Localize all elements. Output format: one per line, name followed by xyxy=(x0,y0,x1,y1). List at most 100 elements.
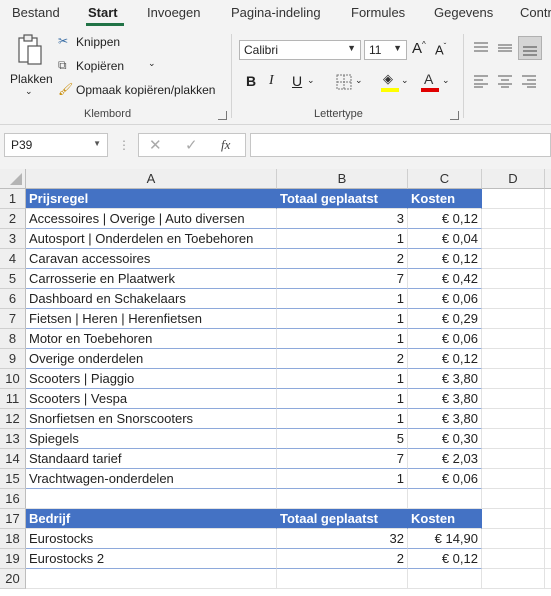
cell-empty[interactable] xyxy=(277,489,408,509)
cell-empty[interactable] xyxy=(26,569,277,589)
cell-empty[interactable] xyxy=(482,449,545,469)
cell-cost[interactable]: € 2,03 xyxy=(408,449,482,469)
cell-empty[interactable] xyxy=(408,489,482,509)
cell-empty[interactable] xyxy=(482,489,545,509)
cell-empty[interactable] xyxy=(482,389,545,409)
bold-button[interactable]: B xyxy=(246,73,256,89)
cell-count[interactable]: 3 xyxy=(277,209,408,229)
cell-empty[interactable] xyxy=(482,409,545,429)
column-header-c[interactable]: C xyxy=(408,169,482,189)
align-middle-icon[interactable] xyxy=(497,42,513,54)
formula-input[interactable] xyxy=(250,133,551,157)
row-header[interactable]: 14 xyxy=(0,449,26,469)
cell-name[interactable]: Motor en Toebehoren xyxy=(26,329,277,349)
row-header[interactable]: 20 xyxy=(0,569,26,589)
cell-name[interactable]: Autosport | Onderdelen en Toebehoren xyxy=(26,229,277,249)
cell-name[interactable]: Eurostocks xyxy=(26,529,277,549)
cell-name[interactable]: Overige onderdelen xyxy=(26,349,277,369)
font-size-dropdown[interactable]: 11 ▼ xyxy=(364,40,407,60)
underline-button[interactable]: U xyxy=(292,73,302,89)
row-header[interactable]: 2 xyxy=(0,209,26,229)
cell-count[interactable]: 7 xyxy=(277,269,408,289)
increase-font-size-icon[interactable]: A^ xyxy=(412,40,426,57)
cell-empty[interactable] xyxy=(482,469,545,489)
cancel-icon[interactable]: ✕ xyxy=(149,136,162,154)
row-header[interactable]: 17 xyxy=(0,509,26,529)
cell-name[interactable]: Snorfietsen en Snorscooters xyxy=(26,409,277,429)
row-header[interactable]: 8 xyxy=(0,329,26,349)
cell-empty[interactable] xyxy=(482,569,545,589)
font-color-chevron-icon[interactable]: ⌄ xyxy=(442,75,450,86)
cell-empty[interactable] xyxy=(482,369,545,389)
cell-cost[interactable]: € 3,80 xyxy=(408,409,482,429)
column-header-a[interactable]: A xyxy=(26,169,277,189)
table-header-cell[interactable]: Kosten xyxy=(408,189,482,209)
cell-count[interactable]: 2 xyxy=(277,249,408,269)
cell-cost[interactable]: € 0,06 xyxy=(408,329,482,349)
row-header[interactable]: 18 xyxy=(0,529,26,549)
table-header-cell[interactable]: Bedrijf xyxy=(26,509,277,529)
cell-empty[interactable] xyxy=(545,449,551,469)
cell-name[interactable]: Eurostocks 2 xyxy=(26,549,277,569)
cell-cost[interactable]: € 3,80 xyxy=(408,369,482,389)
cell-empty[interactable] xyxy=(482,209,545,229)
cell-cost[interactable]: € 14,90 xyxy=(408,529,482,549)
cell-count[interactable]: 1 xyxy=(277,229,408,249)
table-header-cell[interactable]: Prijsregel xyxy=(26,189,277,209)
select-all-corner[interactable] xyxy=(0,169,26,189)
row-header[interactable]: 4 xyxy=(0,249,26,269)
italic-button[interactable]: I xyxy=(269,73,274,89)
cell-empty[interactable] xyxy=(545,289,551,309)
cell-cost[interactable]: € 0,04 xyxy=(408,229,482,249)
row-header[interactable]: 7 xyxy=(0,309,26,329)
underline-chevron-icon[interactable]: ⌄ xyxy=(307,75,315,86)
tab-controleren[interactable]: Contr xyxy=(520,5,551,20)
table-header-cell[interactable]: Totaal geplaatst xyxy=(277,509,408,529)
tab-bestand[interactable]: Bestand xyxy=(12,5,60,20)
cell-cost[interactable]: € 0,12 xyxy=(408,349,482,369)
column-header-b[interactable]: B xyxy=(277,169,408,189)
cell-empty[interactable] xyxy=(482,429,545,449)
row-header[interactable]: 15 xyxy=(0,469,26,489)
cell-empty[interactable] xyxy=(482,269,545,289)
row-header[interactable]: 16 xyxy=(0,489,26,509)
row-header[interactable]: 10 xyxy=(0,369,26,389)
cell-count[interactable]: 1 xyxy=(277,289,408,309)
cell-empty[interactable] xyxy=(482,529,545,549)
cell-count[interactable]: 1 xyxy=(277,409,408,429)
cell-empty[interactable] xyxy=(482,229,545,249)
cut-button[interactable]: ✂ Knippen xyxy=(58,34,138,52)
cell-empty[interactable] xyxy=(482,329,545,349)
tab-formules[interactable]: Formules xyxy=(351,5,405,20)
confirm-icon[interactable]: ✓ xyxy=(185,136,198,154)
cell-empty[interactable] xyxy=(545,229,551,249)
cell-empty[interactable] xyxy=(482,189,545,209)
cell-empty[interactable] xyxy=(545,509,551,529)
cell-name[interactable]: Scooters | Piaggio xyxy=(26,369,277,389)
cell-empty[interactable] xyxy=(277,569,408,589)
font-name-dropdown[interactable]: Calibri ▼ xyxy=(239,40,361,60)
column-header-e[interactable] xyxy=(545,169,551,189)
column-header-d[interactable]: D xyxy=(482,169,545,189)
cell-count[interactable]: 5 xyxy=(277,429,408,449)
paste-button[interactable]: Plakken ⌄ xyxy=(6,32,53,100)
cell-cost[interactable]: € 0,12 xyxy=(408,209,482,229)
cell-empty[interactable] xyxy=(545,389,551,409)
cell-count[interactable]: 7 xyxy=(277,449,408,469)
align-bottom-button[interactable] xyxy=(518,36,542,60)
cell-empty[interactable] xyxy=(545,469,551,489)
cell-cost[interactable]: € 0,06 xyxy=(408,289,482,309)
cell-count[interactable]: 2 xyxy=(277,349,408,369)
cell-empty[interactable] xyxy=(545,409,551,429)
cell-count[interactable]: 2 xyxy=(277,549,408,569)
align-left-icon[interactable] xyxy=(473,75,489,88)
cell-empty[interactable] xyxy=(545,369,551,389)
font-color-button[interactable]: A xyxy=(421,71,439,93)
decrease-font-size-icon[interactable]: Aˇ xyxy=(435,42,446,57)
cell-count[interactable]: 1 xyxy=(277,329,408,349)
font-dialog-launcher-icon[interactable] xyxy=(450,111,459,120)
tab-start[interactable]: Start xyxy=(88,5,118,20)
align-right-icon[interactable] xyxy=(521,75,537,88)
cell-cost[interactable]: € 0,30 xyxy=(408,429,482,449)
row-header[interactable]: 1 xyxy=(0,189,26,209)
